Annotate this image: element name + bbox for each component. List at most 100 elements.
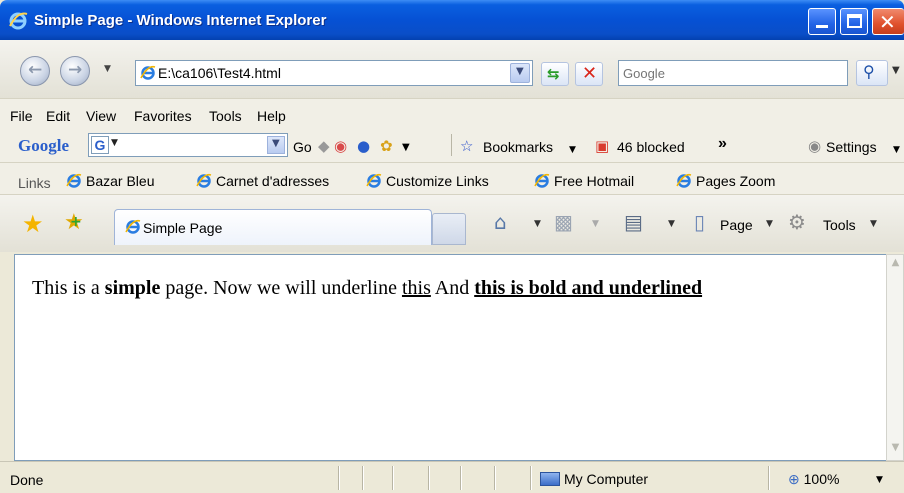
tab-label: Simple Page bbox=[143, 220, 223, 236]
bookmark-star-icon: ☆ bbox=[460, 137, 474, 155]
status-bar: Done My Computer ⊕ 100% ▼ bbox=[0, 461, 904, 493]
google-logo: Google bbox=[18, 136, 69, 155]
address-input[interactable] bbox=[158, 64, 498, 82]
menu-edit[interactable]: Edit bbox=[46, 108, 70, 124]
chevron-down-icon[interactable]: ▼ bbox=[668, 219, 675, 229]
menu-view[interactable]: View bbox=[86, 108, 116, 124]
links-bar: Links Bazar Bleu Carnet d'adresses Custo… bbox=[0, 162, 904, 194]
zoom-dropdown-icon[interactable]: ▼ bbox=[876, 475, 883, 485]
popup-blocker-icon: ▣ bbox=[595, 137, 610, 155]
toolbar-separator bbox=[451, 134, 452, 156]
google-search-dropdown-button[interactable]: ▼ bbox=[267, 136, 285, 154]
close-button[interactable]: ✕ bbox=[872, 8, 904, 35]
link-carnet-dadresses[interactable]: Carnet d'adresses bbox=[196, 173, 329, 189]
menu-file[interactable]: File bbox=[10, 108, 33, 124]
chevron-down-icon: ▼ bbox=[893, 145, 900, 155]
maximize-icon bbox=[847, 14, 862, 28]
link-bazar-bleu[interactable]: Bazar Bleu bbox=[66, 173, 154, 189]
settings-button[interactable]: Settings bbox=[826, 139, 877, 155]
tools-menu-button[interactable]: Tools bbox=[823, 217, 856, 233]
recent-pages-dropdown-icon[interactable]: ▼ bbox=[104, 64, 111, 74]
vertical-scrollbar[interactable]: ▲ ▼ bbox=[886, 254, 904, 461]
address-bar[interactable]: ▼ bbox=[135, 60, 533, 86]
status-text: Done bbox=[10, 472, 44, 488]
home-icon[interactable]: ⌂ bbox=[494, 211, 507, 233]
popup-blocked-count[interactable]: 46 blocked bbox=[617, 139, 685, 155]
ie-page-icon bbox=[125, 219, 141, 234]
search-button[interactable]: ⚲ bbox=[856, 60, 888, 86]
status-divider bbox=[460, 466, 461, 490]
page-content: This is a simple page. Now we will under… bbox=[14, 254, 888, 461]
text-part: page. Now we will underline bbox=[160, 277, 402, 299]
google-g-icon[interactable]: G bbox=[91, 136, 109, 154]
search-options-dropdown-icon[interactable]: ▼ bbox=[892, 65, 900, 76]
print-icon[interactable]: ▤ bbox=[624, 211, 643, 233]
status-divider bbox=[428, 466, 429, 490]
link-customize-links[interactable]: Customize Links bbox=[366, 173, 489, 189]
chevron-down-icon: ▼ bbox=[569, 145, 576, 155]
title-bar[interactable]: Simple Page - Windows Internet Explorer … bbox=[0, 0, 904, 40]
zone-label: My Computer bbox=[564, 471, 649, 487]
chevron-down-icon: ▼ bbox=[272, 138, 280, 149]
menu-bar: File Edit View Favorites Tools Help bbox=[0, 98, 904, 128]
google-earth-icon[interactable]: ● bbox=[357, 138, 370, 154]
status-divider bbox=[392, 466, 393, 490]
link-pages-zoom[interactable]: Pages Zoom bbox=[676, 173, 775, 189]
settings-radio-icon: ◉ bbox=[808, 137, 822, 155]
address-dropdown-button[interactable]: ▼ bbox=[510, 63, 530, 83]
add-favorite-icon[interactable]: ★ + bbox=[64, 210, 84, 235]
apps-icon[interactable]: ✿ bbox=[380, 138, 393, 154]
search-input[interactable] bbox=[623, 64, 843, 82]
bold-underlined-text: this is bold and underlined bbox=[474, 277, 703, 299]
chevron-down-icon: ▼ bbox=[592, 219, 599, 229]
chevron-down-icon: ▼ bbox=[766, 219, 773, 229]
page-menu-button[interactable]: Page bbox=[720, 217, 753, 233]
new-tab-button[interactable] bbox=[432, 213, 466, 245]
link-label: Pages Zoom bbox=[696, 173, 776, 189]
bookmarks-button[interactable]: Bookmarks bbox=[483, 139, 553, 155]
chevron-down-icon[interactable]: ▼ bbox=[402, 140, 410, 156]
window-title: Simple Page - Windows Internet Explorer bbox=[34, 12, 327, 29]
tab-bar: ★ ★ + Simple Page ⌂ ▼ ▩ ▼ ▤ ▼ ▯ Page ▼ ⚙ … bbox=[0, 194, 904, 252]
favorites-star-icon[interactable]: ★ bbox=[22, 210, 44, 238]
forward-button[interactable]: → bbox=[60, 56, 90, 86]
text-part: And bbox=[430, 277, 475, 299]
feeds-icon[interactable]: ▩ bbox=[554, 211, 573, 233]
scroll-up-icon[interactable]: ▲ bbox=[888, 257, 903, 273]
maximize-button[interactable] bbox=[840, 8, 868, 35]
page-ie-icon bbox=[140, 65, 156, 80]
status-divider bbox=[494, 466, 495, 490]
link-label: Bazar Bleu bbox=[86, 173, 155, 189]
google-go-button[interactable]: Go bbox=[293, 139, 312, 155]
stop-button[interactable]: ✕ bbox=[575, 62, 603, 86]
underlined-text: this bbox=[401, 277, 431, 299]
chevron-down-icon[interactable]: ▼ bbox=[534, 219, 541, 229]
back-arrow-icon: ← bbox=[28, 60, 43, 80]
forward-arrow-icon: → bbox=[68, 60, 83, 80]
page-icon: ▯ bbox=[694, 210, 706, 234]
link-label: Carnet d'adresses bbox=[216, 173, 330, 189]
search-box[interactable] bbox=[618, 60, 848, 86]
zoom-level[interactable]: ⊕ 100% bbox=[788, 471, 839, 488]
status-divider bbox=[362, 466, 363, 490]
ie-page-icon bbox=[534, 173, 550, 188]
menu-help[interactable]: Help bbox=[257, 108, 286, 124]
refresh-icon: ⇆ bbox=[547, 65, 560, 83]
chevron-down-icon: ▼ bbox=[870, 219, 877, 229]
back-button[interactable]: ← bbox=[20, 56, 50, 86]
tab-simple-page[interactable]: Simple Page bbox=[114, 209, 432, 245]
chevron-down-icon: ▼ bbox=[111, 138, 118, 148]
link-free-hotmail[interactable]: Free Hotmail bbox=[534, 173, 634, 189]
scroll-down-icon[interactable]: ▼ bbox=[888, 442, 903, 458]
zoom-label: 100% bbox=[803, 471, 840, 487]
menu-favorites[interactable]: Favorites bbox=[134, 108, 192, 124]
pagerank-icon[interactable]: ◉ bbox=[334, 138, 347, 154]
minimize-button[interactable] bbox=[808, 8, 836, 35]
google-search-box[interactable]: G ▼ ▼ bbox=[88, 133, 288, 157]
more-buttons-chevron[interactable]: » bbox=[718, 135, 727, 153]
zoom-magnifier-icon: ⊕ bbox=[788, 471, 800, 487]
ie-page-icon bbox=[66, 173, 82, 188]
security-zone[interactable]: My Computer bbox=[540, 471, 648, 487]
refresh-button[interactable]: ⇆ bbox=[541, 62, 569, 86]
menu-tools[interactable]: Tools bbox=[209, 108, 242, 124]
